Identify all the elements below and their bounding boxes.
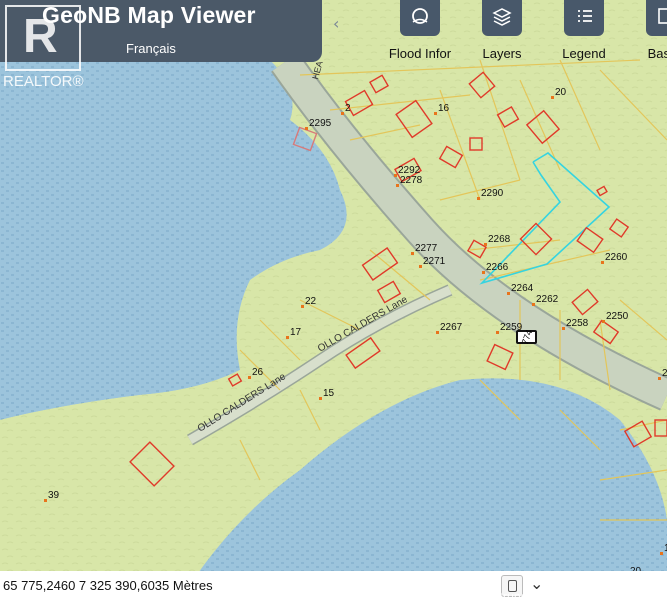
address-point <box>434 112 437 115</box>
realtor-text: REALTOR® <box>3 73 84 90</box>
parcel-number: 2260 <box>605 252 628 263</box>
address-point <box>305 127 308 130</box>
basemap-label: Basen <box>647 46 667 61</box>
address-point <box>482 271 485 274</box>
parcel-number: 22 <box>305 296 317 307</box>
parcel-number: 26 <box>252 367 264 378</box>
parcel-number: 2290 <box>481 188 504 199</box>
parcel-number: 2277 <box>415 243 438 254</box>
parcel-number: 2295 <box>309 118 332 129</box>
parcel-number: 2 <box>662 368 667 379</box>
parcel-number: 17 <box>290 327 302 338</box>
parcel-label: 2258 <box>562 318 589 330</box>
address-point <box>436 331 439 334</box>
basemap-button[interactable]: Basen <box>627 0 667 62</box>
parcel-label: 2271 <box>419 256 446 268</box>
parcel-label: 2268 <box>484 234 511 246</box>
parcel-number: 39 <box>48 490 60 501</box>
parcel-label: 2278 <box>396 175 423 187</box>
address-point <box>301 305 304 308</box>
language-link[interactable]: Français <box>126 41 176 56</box>
parcel-label: 2264 <box>507 283 534 295</box>
route-shield: 774 <box>516 328 537 346</box>
address-point <box>601 261 604 264</box>
parcel-number: 16 <box>438 103 450 114</box>
parcel-label: 2260 <box>601 252 628 264</box>
parcel-number: 2250 <box>606 311 629 322</box>
parcel-number: 15 <box>323 388 335 399</box>
legend-button[interactable]: Legend <box>545 0 623 62</box>
parcel-label: 2262 <box>532 294 559 306</box>
address-point <box>484 243 487 246</box>
parcel-label: 2277 <box>411 243 438 255</box>
address-point <box>319 397 322 400</box>
chevron-left-icon[interactable]: ‹ <box>333 14 339 33</box>
address-point <box>411 252 414 255</box>
list-icon <box>564 0 604 36</box>
address-point <box>551 96 554 99</box>
address-point <box>496 331 499 334</box>
address-point <box>396 184 399 187</box>
flood-icon <box>400 0 440 36</box>
coordinate-readout: 65 775,2460 7 325 390,6035 Mètres <box>3 578 213 593</box>
address-point <box>419 265 422 268</box>
parcel-number: 2 <box>345 103 351 114</box>
realtor-r-icon: R <box>23 10 58 63</box>
parcel-number: 2267 <box>440 322 463 333</box>
address-point <box>341 112 344 115</box>
address-point <box>602 320 605 323</box>
parcel-number: 2262 <box>536 294 559 305</box>
parcel-label: 2267 <box>436 322 463 334</box>
parcel-number: 2271 <box>423 256 446 267</box>
address-point <box>248 376 251 379</box>
parcel-number: 2264 <box>511 283 534 294</box>
basemap-icon <box>646 0 667 36</box>
parcel-label: 2250 <box>602 311 629 323</box>
address-point <box>562 327 565 330</box>
parcel-number: 2268 <box>488 234 511 245</box>
parcel-label: 2290 <box>477 188 504 200</box>
map-canvas[interactable]: 2 162022952292227822902268226622602277227… <box>0 0 667 605</box>
parcel-label: 2266 <box>482 262 509 274</box>
board-watermark: New Brunswick Real Estate Board <box>466 590 657 604</box>
parcel-number: 20 <box>555 87 567 98</box>
parcel-number: 2278 <box>400 175 423 186</box>
flood-info-button[interactable]: Flood Infor <box>381 0 459 62</box>
realtor-watermark: R REALTOR® <box>0 0 84 95</box>
address-point <box>660 552 663 555</box>
address-point <box>394 174 397 177</box>
address-point <box>286 336 289 339</box>
layers-button[interactable]: Layers <box>463 0 541 62</box>
address-point <box>507 292 510 295</box>
address-point <box>532 303 535 306</box>
parcel-number: 2258 <box>566 318 589 329</box>
parcel-label: 2295 <box>305 118 332 130</box>
parcel-number: 2266 <box>486 262 509 273</box>
address-point <box>658 377 661 380</box>
address-point <box>44 499 47 502</box>
layers-icon <box>482 0 522 36</box>
address-point <box>477 197 480 200</box>
